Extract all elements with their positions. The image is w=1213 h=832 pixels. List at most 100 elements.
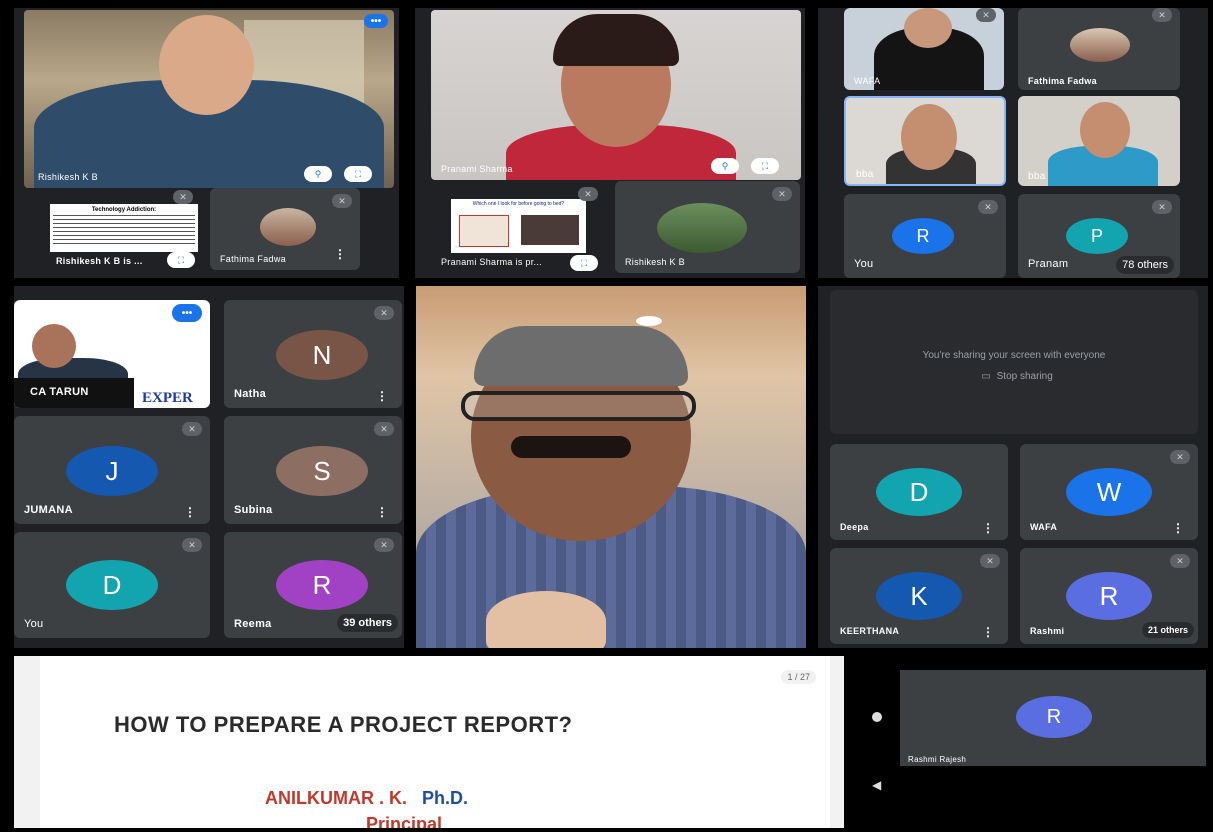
participant-tile[interactable]: D Deepa ⋮ [830,444,1008,540]
participant-tile[interactable]: P ✕ Pranam 78 others [1018,194,1180,278]
meeting-panel-4: CA TARUN EXPER ••• N ✕ Natha ⋮ J ✕ JUMAN… [14,286,404,648]
speaker-head [32,324,76,368]
presentation-tile[interactable]: Technology Addiction: ✕ Rishikesh K B is… [46,188,201,270]
screen-share-notice: You're sharing your screen with everyone… [830,290,1198,434]
others-count-badge[interactable]: 39 others [337,614,398,632]
participant-name: JUMANA [24,504,73,516]
speaker-video[interactable]: Rishikesh K B ••• ⚲ ⛶ [24,10,394,188]
avatar: D [876,468,962,516]
meeting-panel-5 [416,286,806,648]
slide-author-line: ANILKUMAR . K. Ph.D. [265,788,468,809]
participant-name: Reema [234,618,272,630]
more-options-icon[interactable]: ⋮ [184,506,196,518]
meeting-panel-2: Pranami Sharma ⚲ ⛶ Which one I look for … [415,8,805,278]
participant-tile[interactable]: bba [1018,96,1180,186]
mic-off-icon: ✕ [1170,450,1190,464]
participant-tile[interactable]: K ✕ KEERTHANA ⋮ [830,548,1008,644]
mobile-meeting-panel: ◀ R Rashmi Rajesh [856,656,1208,828]
mic-off-icon: ✕ [578,187,598,201]
slide-position: Principal [366,814,443,828]
sharing-message: You're sharing your screen with everyone [922,350,1106,361]
ceiling-light [636,316,662,326]
mic-off-icon: ✕ [1170,554,1190,568]
self-tile[interactable]: R ✕ You [844,194,1006,278]
presentation-slide: Which one I look for before going to bed… [451,199,586,253]
slide-page-indicator: 1 / 27 [781,670,816,684]
participant-name: Rishikesh K B [625,257,685,267]
participant-tile[interactable]: bba [844,96,1006,186]
participant-tile[interactable]: S ✕ Subina ⋮ [224,416,402,524]
self-label: You [854,258,874,270]
fullscreen-icon[interactable]: ⛶ [344,166,372,182]
fullscreen-icon[interactable]: ⛶ [167,252,195,268]
stop-sharing-icon: ▭ [981,370,991,382]
nav-back-icon[interactable]: ◀ [872,778,881,792]
self-tile[interactable]: D ✕ You [14,532,210,638]
fullscreen-icon[interactable]: ⛶ [751,158,779,174]
participant-photo [1070,28,1130,62]
mic-off-icon: ✕ [1152,8,1172,22]
pin-icon[interactable]: ⚲ [711,158,739,174]
nav-home-icon[interactable] [872,712,882,722]
fullscreen-icon[interactable]: ⛶ [570,255,598,271]
avatar: R [1066,572,1152,620]
slide-title: Technology Addiction: [91,207,157,213]
participant-name: WAFA [1030,522,1058,532]
mic-off-icon: ✕ [980,554,1000,568]
participant-tile[interactable]: R ✕ Rashmi 21 others [1020,548,1198,644]
mic-off-icon: ✕ [772,187,792,201]
participant-tile[interactable]: ✕ Fathima Fadwa [1018,8,1180,90]
slide-image-phone [521,215,579,245]
speaker-hair [553,14,679,66]
mic-off-icon: ✕ [182,422,202,436]
speaker-mustache [511,436,631,458]
more-options-icon[interactable]: ⋮ [334,248,346,260]
avatar: N [276,330,368,380]
more-options-icon[interactable]: ⋮ [376,506,388,518]
more-options-icon[interactable]: ⋮ [982,522,994,534]
speaker-tile[interactable]: CA TARUN EXPER ••• [14,300,210,408]
participant-tile[interactable]: R Rashmi Rajesh [900,670,1206,766]
speaker-hand [486,591,606,648]
slide-title: Which one I look for before going to bed… [472,201,565,207]
participant-name: Subina [234,504,273,516]
participant-tile[interactable]: R ✕ Reema 39 others [224,532,402,638]
more-options-icon[interactable]: ⋮ [982,626,994,638]
participant-tile[interactable]: ✕ Fathima Fadwa ⋮ [210,188,360,270]
more-options-icon[interactable]: ⋮ [1172,522,1184,534]
speaking-indicator-icon: ••• [172,304,202,322]
avatar: K [876,572,962,620]
speaker-video[interactable]: Pranami Sharma ⚲ ⛶ [431,10,801,180]
participant-tile[interactable]: J ✕ JUMANA ⋮ [14,416,210,524]
mic-off-icon: ✕ [332,194,352,208]
self-label: You [24,618,44,630]
participant-head [904,8,952,48]
mic-off-icon: ✕ [374,306,394,320]
mic-off-icon: ✕ [976,8,996,22]
presentation-slide-panel: 1 / 27 HOW TO PREPARE A PROJECT REPORT? … [14,656,844,828]
slide-page: 1 / 27 HOW TO PREPARE A PROJECT REPORT? … [40,656,830,828]
participant-tile[interactable]: WAFA ✕ [844,8,1004,90]
pin-icon[interactable]: ⚲ [304,166,332,182]
stop-sharing-label: Stop sharing [996,370,1053,382]
more-options-icon[interactable]: ⋮ [376,390,388,402]
participant-tile[interactable]: W ✕ WAFA ⋮ [1020,444,1198,540]
stop-sharing-button[interactable]: ▭ Stop sharing [952,366,1082,386]
participant-tile[interactable]: ✕ Rishikesh K B [615,181,800,273]
speaker-hair [474,326,688,386]
others-count-badge[interactable]: 21 others [1141,622,1194,638]
meeting-panel-6: You're sharing your screen with everyone… [818,286,1208,648]
avatar: J [66,446,158,496]
avatar: R [1016,696,1092,738]
speaker-name: Pranami Sharma [441,164,513,174]
participant-name: bba [1028,171,1046,182]
participant-name: Fathima Fadwa [220,254,286,264]
presentation-tile[interactable]: Which one I look for before going to bed… [431,181,606,273]
participant-name: Deepa [840,522,869,532]
participant-name: bba [856,169,874,180]
others-count-badge[interactable]: 78 others [1116,256,1174,274]
participant-tile[interactable]: N ✕ Natha ⋮ [224,300,402,408]
slide-author: ANILKUMAR . K. [265,788,407,808]
participant-name: Rashmi Rajesh [908,755,967,764]
meeting-panel-1: Rishikesh K B ••• ⚲ ⛶ Technology Addicti… [14,8,399,278]
